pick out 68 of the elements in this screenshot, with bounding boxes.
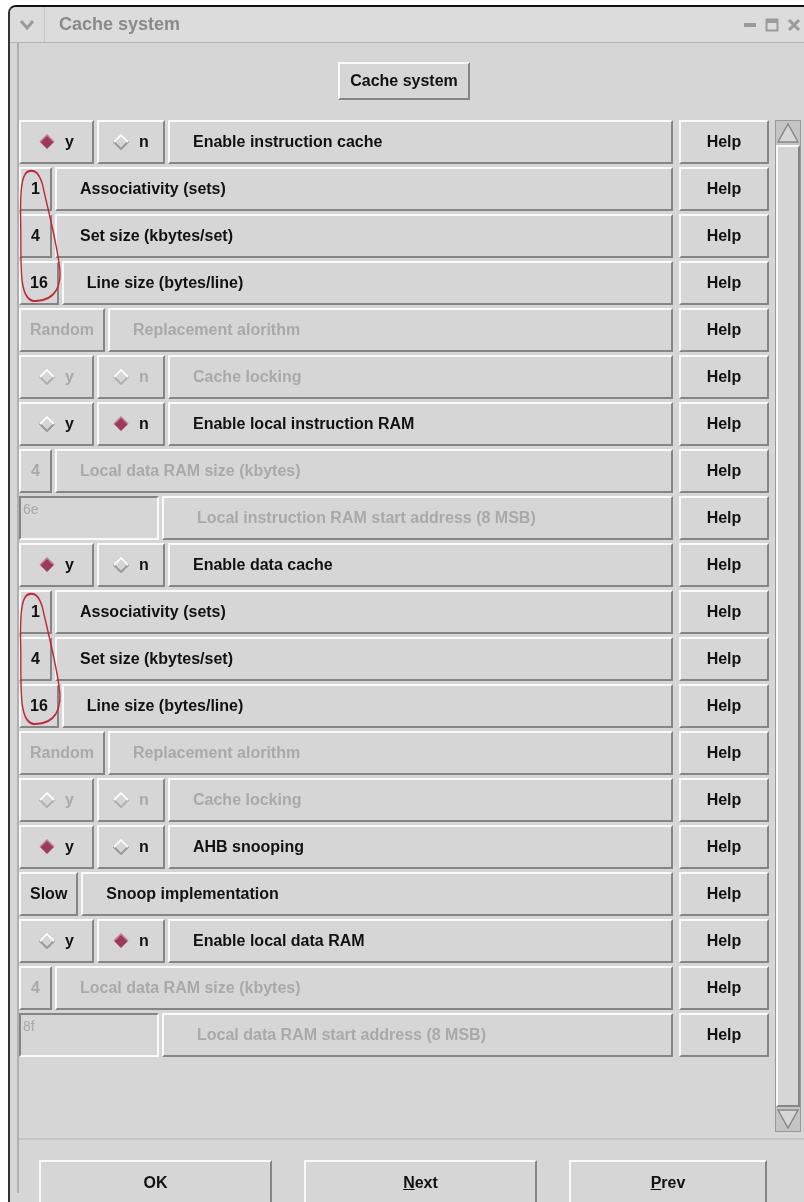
value-button[interactable]: 16 (19, 684, 59, 728)
radio-icon (39, 416, 56, 432)
help-button[interactable]: Help (679, 120, 769, 164)
help-button[interactable]: Help (679, 684, 769, 728)
value-button[interactable]: Slow (19, 872, 79, 916)
radio-icon (113, 134, 130, 150)
help-button[interactable]: Help (679, 402, 769, 446)
window-title: Cache system (59, 14, 182, 35)
radio-button[interactable]: n (97, 919, 165, 963)
dialog-button[interactable]: OK (39, 1160, 272, 1202)
radio-button[interactable]: y (19, 919, 94, 963)
help-button[interactable]: Help (679, 214, 769, 258)
radio-button[interactable]: n (97, 120, 165, 164)
help-button[interactable]: Help (679, 590, 769, 634)
help-button[interactable]: Help (679, 637, 769, 681)
value-button[interactable]: 4 (19, 214, 52, 258)
radio-button[interactable]: y (19, 402, 94, 446)
radio-icon (39, 792, 56, 808)
chevron-icon (19, 18, 35, 31)
option-label: AHB snooping (168, 825, 673, 869)
dialog-button[interactable]: Next (304, 1160, 537, 1202)
radio-button[interactable]: n (97, 402, 165, 446)
up-arrow-icon (777, 122, 799, 144)
option-label: Associativity (sets) (55, 167, 673, 211)
value-button[interactable]: 4 (19, 637, 52, 681)
radio-icon (113, 792, 130, 808)
radio-icon (39, 369, 56, 385)
dialog-button[interactable]: Prev (569, 1160, 767, 1202)
radio-icon (113, 369, 130, 385)
option-label: Line size (bytes/line) (61, 684, 673, 728)
minimize-icon (744, 22, 756, 27)
selected-radio-icon (39, 839, 56, 855)
radio-icon (39, 933, 56, 949)
close-icon (787, 17, 801, 32)
radio-button[interactable]: y (19, 120, 94, 164)
option-label: Enable data cache (168, 543, 673, 587)
down-arrow-icon (777, 1108, 799, 1130)
value-button[interactable]: 1 (19, 590, 52, 634)
value-button[interactable]: 16 (19, 261, 59, 305)
option-label: Enable instruction cache (168, 120, 673, 164)
radio-button[interactable]: n (97, 825, 165, 869)
help-button[interactable]: Help (679, 167, 769, 211)
selected-radio-icon (113, 416, 130, 432)
help-button[interactable]: Help (679, 872, 769, 916)
selected-radio-icon (113, 933, 130, 949)
radio-button[interactable]: y (19, 825, 94, 869)
option-label: Snoop implementation (81, 872, 673, 916)
section-button[interactable]: Cache system (338, 62, 470, 100)
radio-button[interactable]: n (97, 543, 165, 587)
help-button[interactable]: Help (679, 825, 769, 869)
option-label: Associativity (sets) (55, 590, 673, 634)
option-label: Enable local data RAM (168, 919, 673, 963)
selected-radio-icon (39, 134, 56, 150)
radio-icon (113, 839, 130, 855)
option-label: Line size (bytes/line) (61, 261, 673, 305)
option-label: Set size (kbytes/set) (55, 214, 673, 258)
selected-radio-icon (39, 557, 56, 573)
help-button[interactable]: Help (679, 261, 769, 305)
help-button[interactable]: Help (679, 919, 769, 963)
option-label: Enable local instruction RAM (168, 402, 673, 446)
maximize-button[interactable] (764, 16, 780, 33)
help-button[interactable]: Help (679, 543, 769, 587)
radio-icon (113, 557, 130, 573)
close-button[interactable] (786, 16, 802, 33)
value-button[interactable]: 1 (19, 167, 52, 211)
radio-button[interactable]: y (19, 543, 94, 587)
maximize-icon (765, 17, 779, 32)
option-label: Set size (kbytes/set) (55, 637, 673, 681)
